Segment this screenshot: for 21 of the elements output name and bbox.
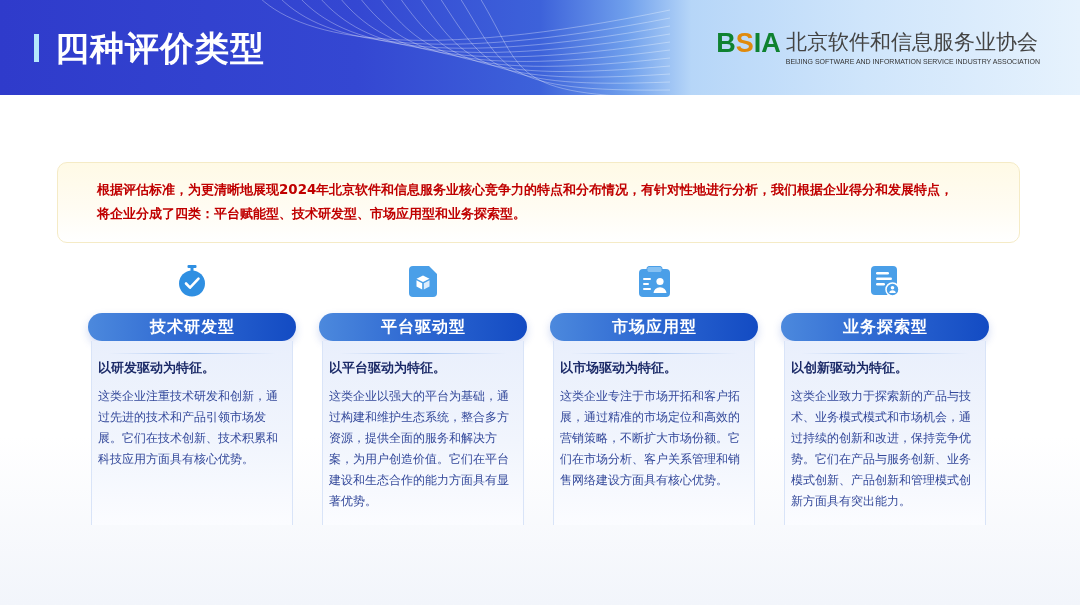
category-description: 这类企业专注于市场开拓和客户拓展，通过精准的市场定位和高效的营销策略，不断扩大市场份额。它们在市场分析、客户关系管理和销售网络建设方面具有核心优势。: [560, 387, 741, 489]
category-tagline: 以平台驱动为特征。: [329, 359, 447, 377]
clipboard-person-icon: [638, 266, 670, 297]
category-description: 这类企业致力于探索新的产品与技术、业务模式模式和市场机会，通过持续的创新和改进，保持竞争优势。它们在产品与服务创新、业务模式创新、产品创新和管理模式创新方面具有突出能力。: [791, 387, 972, 510]
category-heading: 市场应用型: [550, 313, 758, 341]
category-tagline: 以创新驱动为特征。: [791, 359, 909, 377]
intro-text: 根据评估标准，为更清晰地展现2024年北京软件和信息服务业核心竞争力的特点和分布情况，有针对性地进行分析，我们根据企业得分和发展特点，将企业分成了四类：平台赋能型、技术研发型、市场应用型和业务探索型。: [97, 181, 955, 223]
document-person-icon: [870, 266, 900, 297]
category-description: 这类企业以强大的平台为基础，通过构建和维护生态系统，整合多方资源，提供全面的服务和解决方案，为用户创造价值。它们在平台建设和生态合作的能力方面具有显著优势。: [329, 387, 510, 510]
category-description: 这类企业注重技术研发和创新，通过先进的技术和产品引领市场发展。它们在技术创新、技术积累和科技应用方面具有核心优势。: [98, 387, 279, 468]
page-title: 四种评价类型: [55, 27, 265, 68]
logo-text: BSIA: [716, 29, 781, 57]
stopwatch-check-icon: [178, 265, 206, 297]
category-heading: 平台驱动型: [319, 313, 527, 341]
category-heading: 技术研发型: [88, 313, 296, 341]
cube-document-icon: [409, 266, 437, 297]
category-tagline: 以研发驱动为特征。: [98, 359, 216, 377]
organization-name: 北京软件和信息服务业协会: [785, 29, 1038, 55]
category-heading: 业务探索型: [781, 313, 989, 341]
accent-bar: [34, 33, 39, 62]
category-tagline: 以市场驱动为特征。: [560, 359, 678, 377]
